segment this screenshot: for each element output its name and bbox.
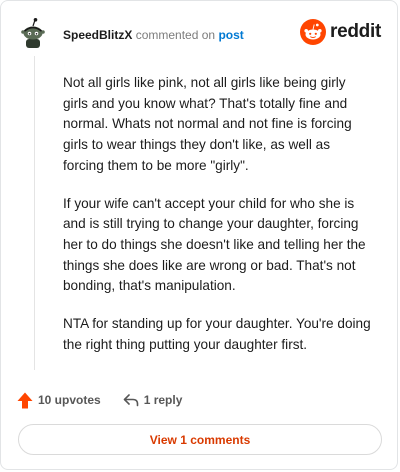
reply-arrow-icon	[123, 394, 139, 407]
username-link[interactable]: SpeedBlitzX	[63, 28, 132, 42]
byline-action: commented on	[135, 28, 216, 42]
comment-actions: 10 upvotes 1 reply	[17, 389, 182, 411]
reply-count: 1 reply	[143, 393, 183, 407]
reddit-logo[interactable]: reddit	[300, 19, 381, 45]
comment-byline: SpeedBlitzX commented on post	[63, 27, 244, 43]
reddit-logo-icon	[300, 19, 327, 45]
view-comments-button[interactable]: View 1 comments	[18, 424, 382, 455]
comment-header: SpeedBlitzX commented on post reddit	[17, 17, 381, 51]
post-link[interactable]: post	[218, 28, 243, 42]
comment-card: SpeedBlitzX commented on post reddit Not…	[0, 0, 398, 470]
reply-button[interactable]: 1 reply	[123, 393, 183, 407]
upvote-button[interactable]: 10 upvotes	[17, 392, 101, 409]
reddit-logo-text: reddit	[330, 21, 381, 42]
thread-line[interactable]	[34, 56, 35, 370]
upvote-arrow-icon	[17, 392, 33, 408]
upvote-count: 10 upvotes	[38, 393, 101, 407]
comment-body: Not all girls like pink, not all girls l…	[63, 73, 373, 372]
user-avatar-icon[interactable]	[17, 17, 49, 49]
comment-paragraph: If your wife can't accept your child for…	[63, 195, 366, 294]
comment-paragraph: NTA for standing up for your daughter. Y…	[63, 316, 371, 352]
comment-paragraph: Not all girls like pink, not all girls l…	[63, 75, 352, 173]
